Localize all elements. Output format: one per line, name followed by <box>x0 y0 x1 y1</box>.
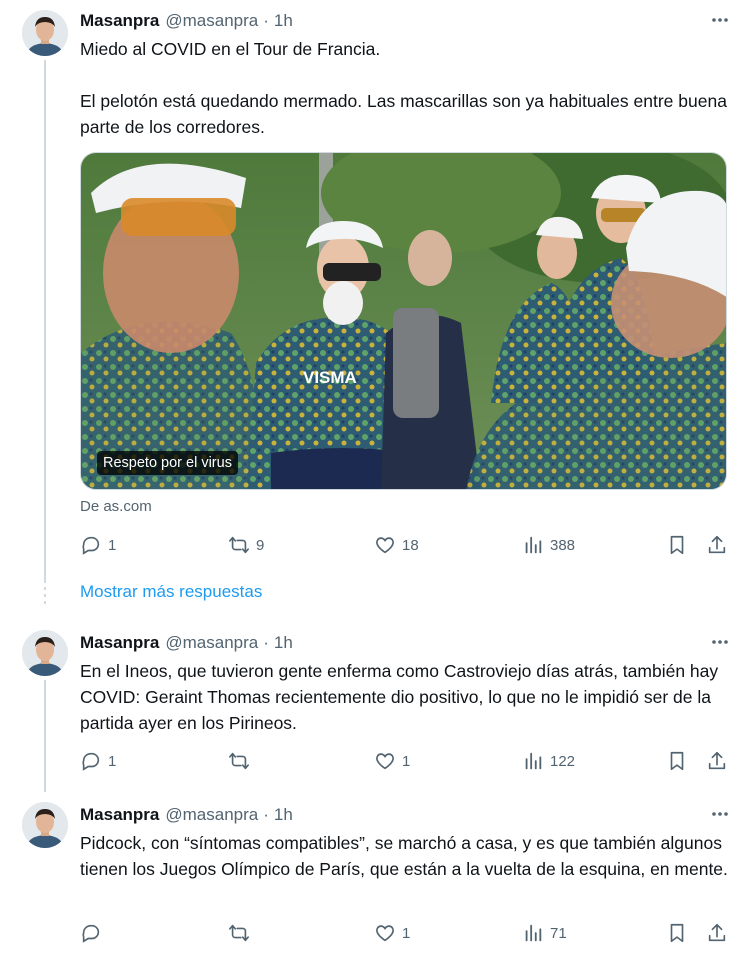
author-handle[interactable]: @masanpra <box>165 11 258 31</box>
retweet-count: 9 <box>256 536 265 554</box>
tweet-header: Masanpra @masanpra · 1h <box>80 9 293 33</box>
tweet-text: En el Ineos, que tuvieron gente enferma … <box>80 661 719 733</box>
tweet-actions: 1 1 122 <box>80 748 736 774</box>
retweet-icon <box>229 536 249 554</box>
retweet-button[interactable] <box>228 920 256 946</box>
share-icon <box>708 535 726 554</box>
like-button[interactable]: 1 <box>374 748 410 774</box>
views-icon <box>525 536 542 554</box>
separator-dot: · <box>263 805 269 824</box>
share-button[interactable] <box>706 920 728 946</box>
separator-dot: · <box>263 11 269 30</box>
views-count: 122 <box>550 752 576 770</box>
svg-text:VISMA: VISMA <box>303 368 357 387</box>
more-icon <box>712 812 728 816</box>
reply-icon <box>82 536 100 555</box>
share-icon <box>708 751 726 770</box>
more-button[interactable] <box>708 8 732 32</box>
tweet-text: Pidcock, con “síntomas compatibles”, se … <box>80 833 728 879</box>
views-icon <box>525 752 542 770</box>
views-button[interactable]: 71 <box>522 920 567 946</box>
timestamp[interactable]: 1h <box>274 805 293 825</box>
link-source[interactable]: De as.com <box>80 498 152 515</box>
bookmark-button[interactable] <box>666 748 688 774</box>
separator-dot: · <box>263 633 269 652</box>
like-count: 1 <box>402 924 411 942</box>
reply-button[interactable] <box>80 920 108 946</box>
tweet[interactable]: Masanpra @masanpra · 1h Pidcock, con “sí… <box>0 792 752 960</box>
tweet-image[interactable]: VISMA Respeto por el virus <box>80 152 727 490</box>
retweet-button[interactable]: 9 <box>228 532 264 558</box>
reply-button[interactable]: 1 <box>80 748 116 774</box>
retweet-icon <box>229 924 249 942</box>
more-icon <box>712 18 728 22</box>
media-caption: Respeto por el virus <box>97 451 238 475</box>
reply-count: 1 <box>108 536 117 554</box>
more-button[interactable] <box>708 802 732 826</box>
bookmark-button[interactable] <box>666 532 688 558</box>
views-icon <box>525 924 542 942</box>
reply-icon <box>82 752 100 771</box>
share-button[interactable] <box>706 532 728 558</box>
share-button[interactable] <box>706 748 728 774</box>
bookmark-icon <box>670 923 684 943</box>
like-button[interactable]: 18 <box>374 532 419 558</box>
more-icon <box>712 640 728 644</box>
reply-button[interactable]: 1 <box>80 532 116 558</box>
avatar[interactable] <box>22 10 68 56</box>
like-icon <box>376 753 394 770</box>
author-handle[interactable]: @masanpra <box>165 805 258 825</box>
author-name[interactable]: Masanpra <box>80 11 159 31</box>
tweet-header: Masanpra @masanpra · 1h <box>80 803 293 827</box>
timestamp[interactable]: 1h <box>274 11 293 31</box>
author-name[interactable]: Masanpra <box>80 805 159 825</box>
thread-dots <box>44 580 46 606</box>
views-button[interactable]: 122 <box>522 748 575 774</box>
views-count: 388 <box>550 536 576 554</box>
tweet-actions: 1 71 <box>80 920 736 946</box>
avatar[interactable] <box>22 630 68 676</box>
like-button[interactable]: 1 <box>374 920 410 946</box>
tweet[interactable]: Masanpra @masanpra · 1h Miedo al COVID e… <box>0 0 752 575</box>
author-name[interactable]: Masanpra <box>80 633 159 653</box>
retweet-button[interactable] <box>228 748 256 774</box>
share-icon <box>708 923 726 942</box>
reply-count: 1 <box>108 752 117 770</box>
author-handle[interactable]: @masanpra <box>165 633 258 653</box>
bookmark-icon <box>670 751 684 771</box>
like-count: 18 <box>402 536 419 554</box>
views-count: 71 <box>550 924 567 942</box>
bookmark-button[interactable] <box>666 920 688 946</box>
like-icon <box>376 925 394 942</box>
tweet-header: Masanpra @masanpra · 1h <box>80 631 293 655</box>
avatar[interactable] <box>22 802 68 848</box>
tweet[interactable]: Masanpra @masanpra · 1h En el Ineos, que… <box>0 620 752 790</box>
retweet-icon <box>229 752 249 770</box>
show-more-replies-link[interactable]: Mostrar más respuestas <box>80 582 262 602</box>
bookmark-icon <box>670 535 684 555</box>
reply-icon <box>82 924 100 943</box>
more-button[interactable] <box>708 630 732 654</box>
tweet-text: Miedo al COVID en el Tour de Francia. El… <box>80 39 727 137</box>
tweet-actions: 1 9 18 388 <box>80 532 736 558</box>
timestamp[interactable]: 1h <box>274 633 293 653</box>
like-icon <box>376 537 394 554</box>
like-count: 1 <box>402 752 411 770</box>
views-button[interactable]: 388 <box>522 532 575 558</box>
